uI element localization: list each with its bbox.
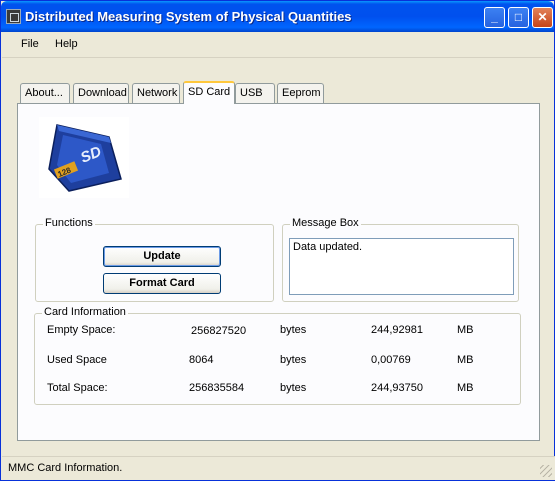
empty-space-label: Empty Space: bbox=[47, 324, 116, 336]
tab-about[interactable]: About... bbox=[20, 83, 70, 103]
window-title: Distributed Measuring System of Physical… bbox=[25, 9, 352, 24]
message-box-group: Message Box Data updated. bbox=[282, 217, 519, 302]
message-box-group-title: Message Box bbox=[290, 217, 361, 229]
used-space-bytes-unit: bytes bbox=[280, 354, 307, 366]
total-space-mb-unit: MB bbox=[457, 382, 474, 394]
close-icon: ✕ bbox=[537, 10, 548, 24]
sd-card-image: SD 128 bbox=[39, 117, 129, 198]
functions-group-title: Functions bbox=[43, 217, 95, 229]
tab-network[interactable]: Network bbox=[132, 83, 180, 103]
used-space-bytes: 8064 bbox=[189, 354, 214, 366]
maximize-button[interactable]: □ bbox=[508, 7, 529, 28]
empty-space-mb-unit: MB bbox=[457, 324, 474, 336]
tab-download[interactable]: Download bbox=[73, 83, 129, 103]
total-space-bytes: 256835584 bbox=[189, 382, 245, 394]
total-space-mb: 244,93750 bbox=[371, 382, 423, 394]
functions-group: Functions Update Format Card bbox=[35, 217, 274, 302]
status-bar: MMC Card Information. bbox=[2, 456, 555, 480]
status-text: MMC Card Information. bbox=[8, 462, 123, 474]
menu-bar: File Help bbox=[2, 32, 553, 58]
format-card-button[interactable]: Format Card bbox=[103, 273, 221, 294]
total-space-label: Total Space: bbox=[47, 382, 108, 394]
menu-help[interactable]: Help bbox=[55, 38, 78, 50]
tab-eeprom[interactable]: Eeprom bbox=[277, 83, 324, 103]
used-space-mb: 0,00769 bbox=[371, 354, 411, 366]
application-window: Distributed Measuring System of Physical… bbox=[0, 0, 555, 481]
card-information-group: Card Information Empty Space: 256827520 … bbox=[34, 306, 521, 405]
app-icon[interactable] bbox=[6, 9, 21, 24]
close-button[interactable]: ✕ bbox=[532, 7, 553, 28]
message-box-text[interactable]: Data updated. bbox=[289, 238, 514, 295]
empty-space-mb: 244,92981 bbox=[371, 324, 423, 336]
minimize-icon: _ bbox=[491, 10, 498, 24]
card-information-group-title: Card Information bbox=[42, 306, 128, 318]
menu-file[interactable]: File bbox=[21, 38, 39, 50]
title-bar[interactable]: Distributed Measuring System of Physical… bbox=[1, 1, 554, 32]
maximize-icon: □ bbox=[514, 10, 523, 24]
total-space-bytes-unit: bytes bbox=[280, 382, 307, 394]
tab-sd-card[interactable]: SD Card bbox=[183, 81, 235, 104]
resize-grip-icon[interactable] bbox=[540, 465, 552, 477]
used-space-mb-unit: MB bbox=[457, 354, 474, 366]
tab-usb[interactable]: USB bbox=[235, 83, 275, 103]
empty-space-bytes-unit: bytes bbox=[280, 324, 307, 336]
empty-space-bytes: 256827520 bbox=[191, 325, 247, 337]
minimize-button[interactable]: _ bbox=[484, 7, 505, 28]
used-space-label: Used Space bbox=[47, 354, 107, 366]
update-button[interactable]: Update bbox=[103, 246, 221, 267]
